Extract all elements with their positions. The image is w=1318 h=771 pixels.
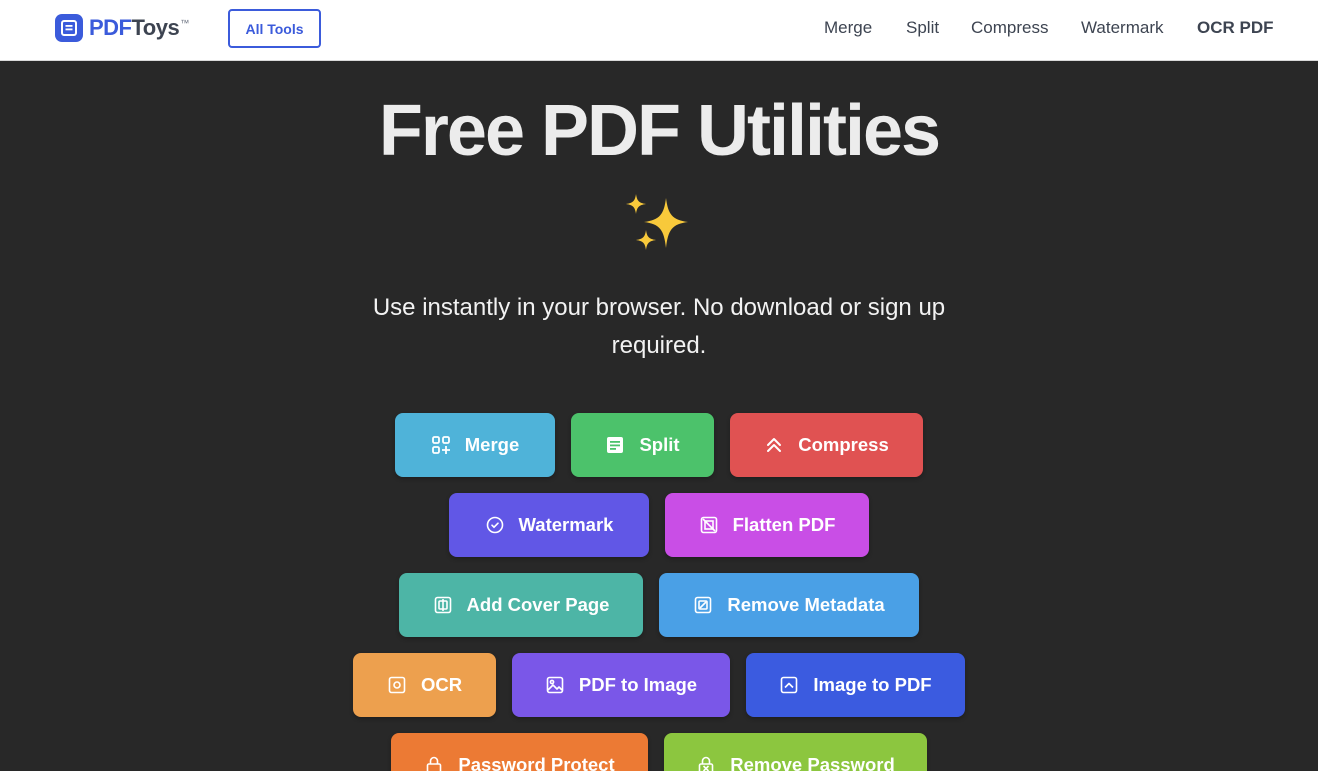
ocr-tool-label: OCR [420,674,463,695]
double-chevron-up-icon [764,435,784,455]
image-to-pdf-tool-label: Image to PDF [813,674,932,695]
check-circle-icon [485,515,505,535]
page-title: Free PDF Utilities [378,91,941,171]
hero-subtitle: Use instantly in your browser. No downlo… [372,294,946,359]
nav-link-split[interactable]: Split [906,18,939,38]
compress-tool-label: Compress [798,434,889,455]
nav-link-watermark[interactable]: Watermark [1081,18,1164,38]
merge-tool-label: Merge [464,434,520,455]
add-cover-page-tool-label: Add Cover Page [466,594,610,615]
brand-name-pdf: PDF [89,15,132,40]
flatten-pdf-tool-label: Flatten PDF [732,514,836,535]
split-tool-label: Split [639,434,680,455]
image-to-pdf-icon [779,675,799,695]
all-tools-button[interactable]: All Tools [228,9,321,48]
remove-metadata-tool-button[interactable]: Remove Metadata [659,573,919,637]
watermark-tool-button[interactable]: Watermark [449,493,649,557]
lock-icon [424,755,444,771]
top-navbar: PDFToys ™ All Tools Merge Split Compress… [0,0,1318,61]
watermark-tool-label: Watermark [518,514,614,535]
trademark-symbol: ™ [180,18,190,28]
compress-tool-button[interactable]: Compress [730,413,923,477]
unlock-icon [696,755,716,771]
pdf-to-image-tool-button[interactable]: PDF to Image [512,653,730,717]
ocr-tool-button[interactable]: OCR [353,653,496,717]
remove-metadata-tool-label: Remove Metadata [727,594,885,615]
pdf-logo-icon [55,14,83,42]
remove-password-tool-button[interactable]: Remove Password [664,733,927,771]
remove-password-tool-label: Remove Password [730,754,895,771]
password-protect-tool-button[interactable]: Password Protect [391,733,648,771]
ocr-icon [387,675,407,695]
add-cover-page-tool-button[interactable]: Add Cover Page [399,573,643,637]
nav-link-merge[interactable]: Merge [824,18,872,38]
image-icon [545,675,565,695]
split-doc-icon [605,435,625,455]
sparkles-icon [624,192,696,260]
remove-metadata-icon [693,595,713,615]
brand-name: PDFToys [89,15,180,41]
split-tool-button[interactable]: Split [571,413,714,477]
brand-name-toys: Toys [131,15,180,40]
image-to-pdf-tool-button[interactable]: Image to PDF [746,653,965,717]
cover-page-icon [433,595,453,615]
nav-link-compress[interactable]: Compress [971,18,1048,38]
grid-plus-icon [431,435,451,455]
merge-tool-button[interactable]: Merge [395,413,555,477]
password-protect-tool-label: Password Protect [458,754,615,771]
flatten-icon [699,515,719,535]
nav-link-ocr-pdf[interactable]: OCR PDF [1197,18,1274,38]
pdf-to-image-tool-label: PDF to Image [578,674,698,695]
flatten-pdf-tool-button[interactable]: Flatten PDF [665,493,869,557]
brand-logo[interactable]: PDFToys ™ [55,14,189,42]
